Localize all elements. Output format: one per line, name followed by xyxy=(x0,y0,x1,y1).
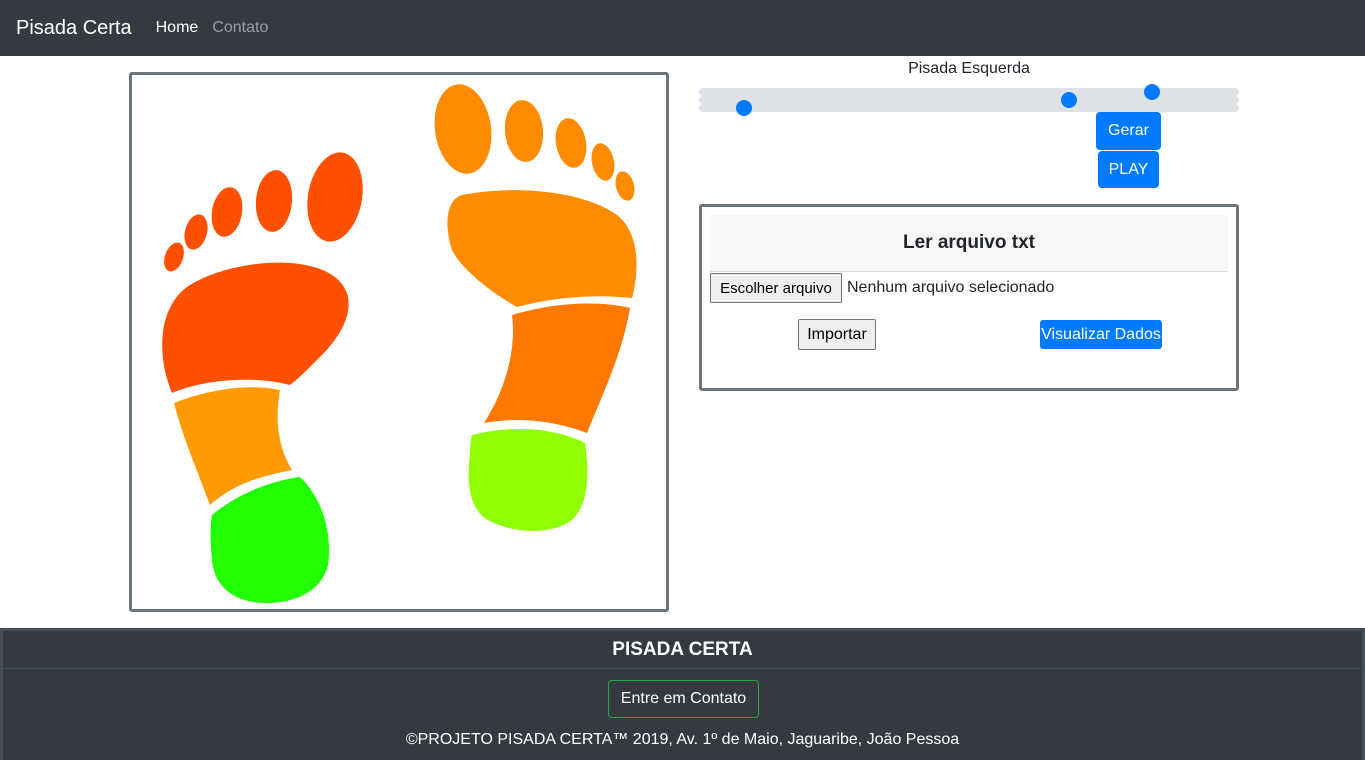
right-forefoot xyxy=(447,190,637,307)
right-foot xyxy=(434,84,637,531)
right-heel xyxy=(468,428,588,531)
right-toe-4 xyxy=(591,143,615,181)
file-status-text: Nenhum arquivo selecionado xyxy=(847,279,1055,296)
view-data-button[interactable]: Visualizar Dados xyxy=(1040,320,1162,349)
gerar-button[interactable]: Gerar xyxy=(1096,112,1161,150)
right-toe-2 xyxy=(504,100,544,162)
play-button[interactable]: PLAY xyxy=(1098,151,1159,188)
right-toe-5 xyxy=(615,171,635,201)
navbar: Pisada Certa Home Contato xyxy=(0,0,1365,56)
contact-button[interactable]: Entre em Contato xyxy=(608,680,759,718)
copyright-text: ©PROJETO PISADA CERTA™ 2019, Av. 1º de M… xyxy=(405,731,960,748)
slider-thumb-3[interactable] xyxy=(735,100,752,116)
choose-file-button[interactable]: Escolher arquivo xyxy=(710,273,842,303)
left-forefoot xyxy=(162,262,349,393)
nav-link-contato[interactable]: Contato xyxy=(212,19,268,37)
nav-link-home[interactable]: Home xyxy=(156,19,199,37)
right-toe-3 xyxy=(555,118,587,168)
left-toe-5 xyxy=(164,242,184,272)
foot-pressure-canvas xyxy=(129,72,669,612)
left-heel xyxy=(210,477,329,603)
right-midfoot xyxy=(484,303,630,433)
left-foot xyxy=(162,152,363,603)
left-toe-1 xyxy=(307,152,363,242)
import-button[interactable]: Importar xyxy=(798,319,876,350)
left-toe-3 xyxy=(211,187,243,237)
pisada-title: Pisada Esquerda xyxy=(908,60,1030,77)
slider-track-3[interactable] xyxy=(699,104,1239,112)
right-toe-1 xyxy=(434,84,492,174)
footer-title: PISADA CERTA xyxy=(3,631,1362,669)
left-toe-2 xyxy=(255,170,293,232)
reader-title: Ler arquivo txt xyxy=(710,215,1228,272)
left-toe-4 xyxy=(184,214,208,250)
slider-thumb-2[interactable] xyxy=(1060,92,1077,108)
file-reader-panel: Ler arquivo txt Escolher arquivo Nenhum … xyxy=(699,204,1239,391)
navbar-brand[interactable]: Pisada Certa xyxy=(16,17,132,40)
footer: PISADA CERTA Entre em Contato ©PROJETO P… xyxy=(0,628,1365,760)
